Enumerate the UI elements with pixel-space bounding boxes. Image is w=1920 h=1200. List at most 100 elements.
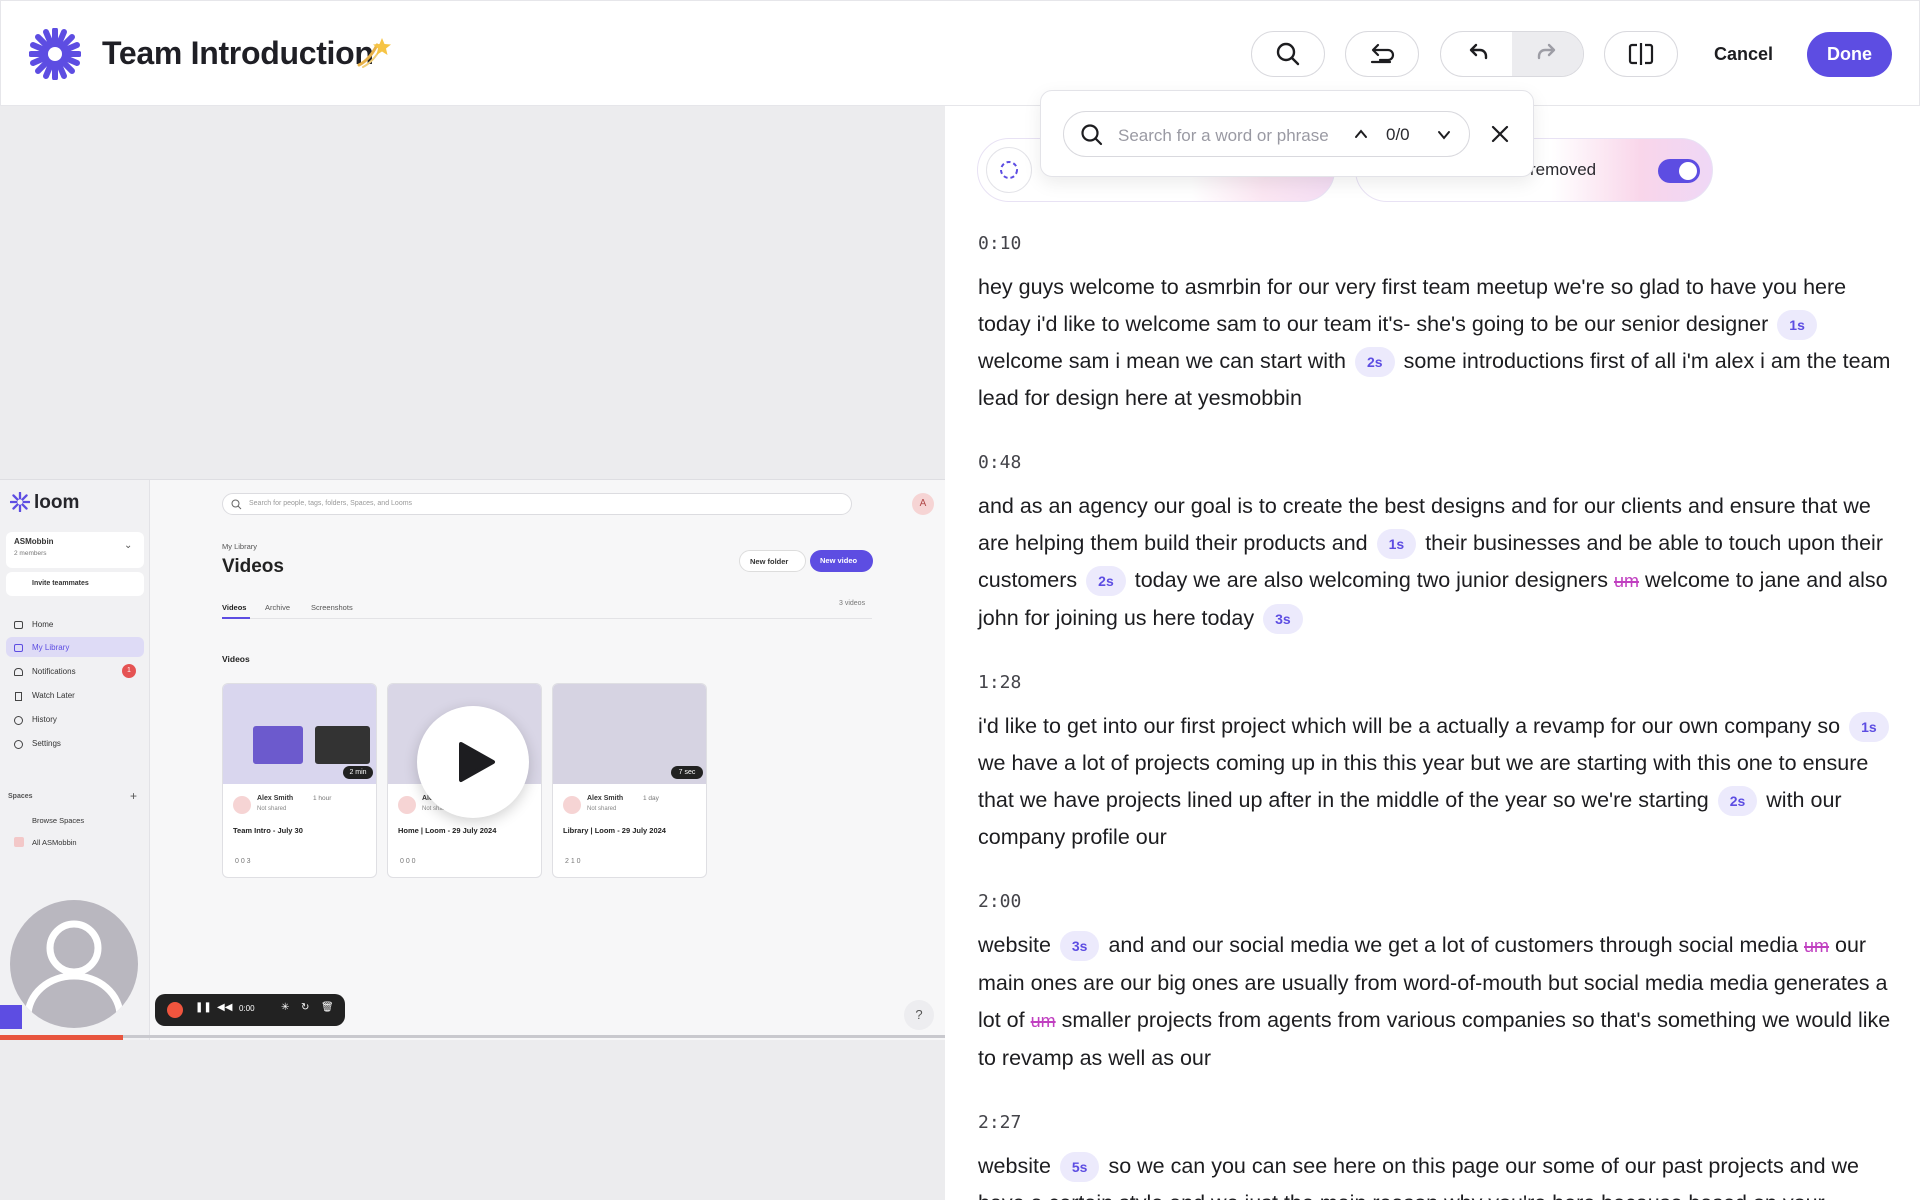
card-shared: Not shared bbox=[257, 806, 287, 812]
redo-icon bbox=[1537, 43, 1555, 60]
nav-home[interactable]: Home bbox=[32, 620, 53, 629]
chevron-down-icon[interactable] bbox=[1437, 128, 1451, 142]
trash-icon[interactable]: 🗑 bbox=[321, 1002, 334, 1013]
done-button[interactable]: Done bbox=[1807, 32, 1892, 77]
all-asmobbin-link[interactable]: All ASMobbin bbox=[32, 838, 77, 847]
segment-text[interactable]: i'd like to get into our first project w… bbox=[978, 708, 1898, 856]
help-button[interactable]: ? bbox=[904, 1000, 934, 1030]
chevron-down-icon: ⌄ bbox=[124, 540, 133, 551]
search-icon bbox=[1081, 124, 1103, 146]
transcript-segment: 1:28 i'd like to get into our first proje… bbox=[978, 665, 1898, 884]
loom-brand: loom bbox=[34, 492, 80, 513]
nav-active-highlight bbox=[6, 637, 144, 657]
silence-gap-chip[interactable]: 2s bbox=[1355, 347, 1395, 377]
segment-text[interactable]: website 3s and and our social media we g… bbox=[978, 927, 1898, 1077]
transcript-words[interactable]: today we are also welcoming two junior d… bbox=[1135, 568, 1608, 592]
video-title[interactable]: Team Introduction bbox=[102, 35, 374, 72]
close-search-icon[interactable] bbox=[1491, 125, 1509, 143]
play-button[interactable] bbox=[417, 706, 529, 818]
nav-notifications[interactable]: Notifications bbox=[32, 667, 76, 676]
cancel-button[interactable]: Cancel bbox=[1714, 44, 1773, 65]
transcript-words[interactable]: i'd like to get into our first project w… bbox=[978, 714, 1840, 738]
search-placeholder: Search for a word or phrase bbox=[1118, 126, 1329, 145]
removed-filler-word[interactable]: um bbox=[1614, 571, 1639, 591]
silence-gap-chip[interactable]: 3s bbox=[1059, 931, 1100, 961]
rewind-icon[interactable]: ◀◀ bbox=[217, 1002, 232, 1013]
segment-timestamp[interactable]: 0:48 bbox=[978, 445, 1898, 481]
video-player[interactable]: loom ASMobbin 2 members ⌄ Invite teammat… bbox=[0, 479, 945, 1040]
undo-button[interactable] bbox=[1441, 32, 1512, 76]
segment-text[interactable]: and as an agency our goal is to create t… bbox=[978, 488, 1898, 637]
card-author: Alex Smith bbox=[257, 795, 294, 802]
browse-spaces-link[interactable]: Browse Spaces bbox=[32, 816, 84, 825]
silence-gap-chip[interactable]: 1s bbox=[1849, 712, 1889, 742]
segment-text[interactable]: website 5s so we can you can see here on… bbox=[978, 1148, 1898, 1200]
segment-timestamp[interactable]: 0:10 bbox=[978, 226, 1898, 262]
segment-text[interactable]: hey guys welcome to asmrbin for our very… bbox=[978, 269, 1898, 417]
search-button[interactable] bbox=[1251, 31, 1325, 77]
removed-filler-word[interactable]: um bbox=[1031, 1011, 1056, 1031]
card-time: 1 hour bbox=[313, 795, 332, 802]
transcript-words[interactable]: smaller projects from agents from variou… bbox=[978, 1008, 1890, 1070]
revert-edits-button[interactable] bbox=[1345, 31, 1419, 77]
new-folder-button[interactable]: New folder bbox=[739, 550, 806, 572]
card-title: Home | Loom - 29 July 2024 bbox=[398, 826, 497, 835]
silence-gap-chip[interactable]: 2s bbox=[1717, 786, 1758, 816]
video-progress-fill bbox=[0, 1035, 123, 1040]
pause-icon[interactable]: ❚❚ bbox=[195, 1002, 212, 1013]
nav-my-library[interactable]: My Library bbox=[32, 643, 69, 652]
transcript-words[interactable]: hey guys welcome to asmrbin for our very… bbox=[978, 275, 1846, 336]
split-button[interactable] bbox=[1604, 31, 1678, 77]
transcript-search-input[interactable]: Search for a word or phrase 0/0 bbox=[1063, 111, 1470, 157]
segment-timestamp[interactable]: 2:27 bbox=[978, 1105, 1898, 1141]
loom-search-input[interactable]: Search for people, tags, folders, Spaces… bbox=[222, 493, 852, 515]
segment-timestamp[interactable]: 1:28 bbox=[978, 665, 1898, 701]
transcript-panel: removed 0:10 hey guys welcome to asmrbin … bbox=[945, 106, 1920, 1200]
workspace-name: ASMobbin bbox=[14, 537, 54, 546]
transcript-words[interactable]: welcome sam i mean we can start with bbox=[978, 349, 1346, 373]
videos-section-label: Videos bbox=[222, 654, 250, 664]
new-video-button[interactable]: New video bbox=[810, 550, 873, 572]
card-stats: 0 0 3 bbox=[235, 858, 251, 865]
stop-recording-button[interactable] bbox=[167, 1002, 183, 1018]
transcript-words[interactable]: website bbox=[978, 933, 1051, 957]
loom-tab-icon[interactable] bbox=[0, 1005, 22, 1029]
invite-teammates-button[interactable]: Invite teammates bbox=[6, 572, 144, 596]
redo-button[interactable] bbox=[1512, 32, 1583, 76]
silence-gap-chip[interactable]: 2s bbox=[1086, 566, 1126, 596]
workspace-switcher[interactable]: ASMobbin 2 members ⌄ bbox=[6, 532, 144, 568]
filler-removed-label: removed bbox=[1530, 160, 1597, 179]
tab-videos[interactable]: Videos bbox=[222, 603, 246, 612]
recording-time: 0:00 bbox=[239, 1004, 255, 1013]
nav-settings[interactable]: Settings bbox=[32, 739, 61, 748]
video-count: 3 videos bbox=[839, 600, 866, 607]
video-progress-track[interactable] bbox=[0, 1035, 945, 1040]
add-space-icon[interactable]: + bbox=[130, 789, 137, 803]
silence-gap-chip[interactable]: 3s bbox=[1263, 604, 1303, 634]
nav-watch-later[interactable]: Watch Later bbox=[32, 691, 75, 700]
filler-words-toggle[interactable] bbox=[1658, 159, 1700, 183]
transcript-words[interactable]: and and our social media we get a lot of… bbox=[1108, 933, 1798, 957]
restart-icon[interactable]: ↻ bbox=[301, 1002, 309, 1013]
user-placeholder-icon bbox=[24, 920, 124, 1017]
segment-timestamp[interactable]: 2:00 bbox=[978, 884, 1898, 920]
search-icon bbox=[1276, 42, 1300, 66]
transcript-words[interactable]: website bbox=[978, 1154, 1051, 1178]
loom-avatar[interactable]: A bbox=[912, 493, 934, 515]
nav-history[interactable]: History bbox=[32, 715, 57, 724]
silence-gap-chip[interactable]: 1s bbox=[1777, 310, 1817, 340]
tab-archive[interactable]: Archive bbox=[265, 603, 290, 612]
video-card-1[interactable]: 2 min Alex Smith 1 hour Not shared Team … bbox=[222, 683, 377, 878]
camera-bubble[interactable] bbox=[10, 900, 138, 1028]
video-card-3[interactable]: 7 sec Alex Smith 1 day Not shared Librar… bbox=[552, 683, 707, 878]
removed-filler-word[interactable]: um bbox=[1804, 936, 1829, 956]
silence-gap-chip[interactable]: 1s bbox=[1376, 529, 1417, 559]
tab-screenshots[interactable]: Screenshots bbox=[311, 603, 353, 612]
chevron-up-icon[interactable] bbox=[1354, 127, 1368, 141]
undo-redo-group bbox=[1440, 31, 1584, 77]
shooting-star-emoji-icon bbox=[357, 38, 391, 68]
transcript-words[interactable]: so we can you can see here on this page … bbox=[978, 1154, 1859, 1200]
draw-icon[interactable]: ✳ bbox=[281, 1002, 289, 1013]
silence-gap-chip[interactable]: 5s bbox=[1059, 1152, 1100, 1182]
card-stats: 2 1 0 bbox=[565, 858, 581, 865]
